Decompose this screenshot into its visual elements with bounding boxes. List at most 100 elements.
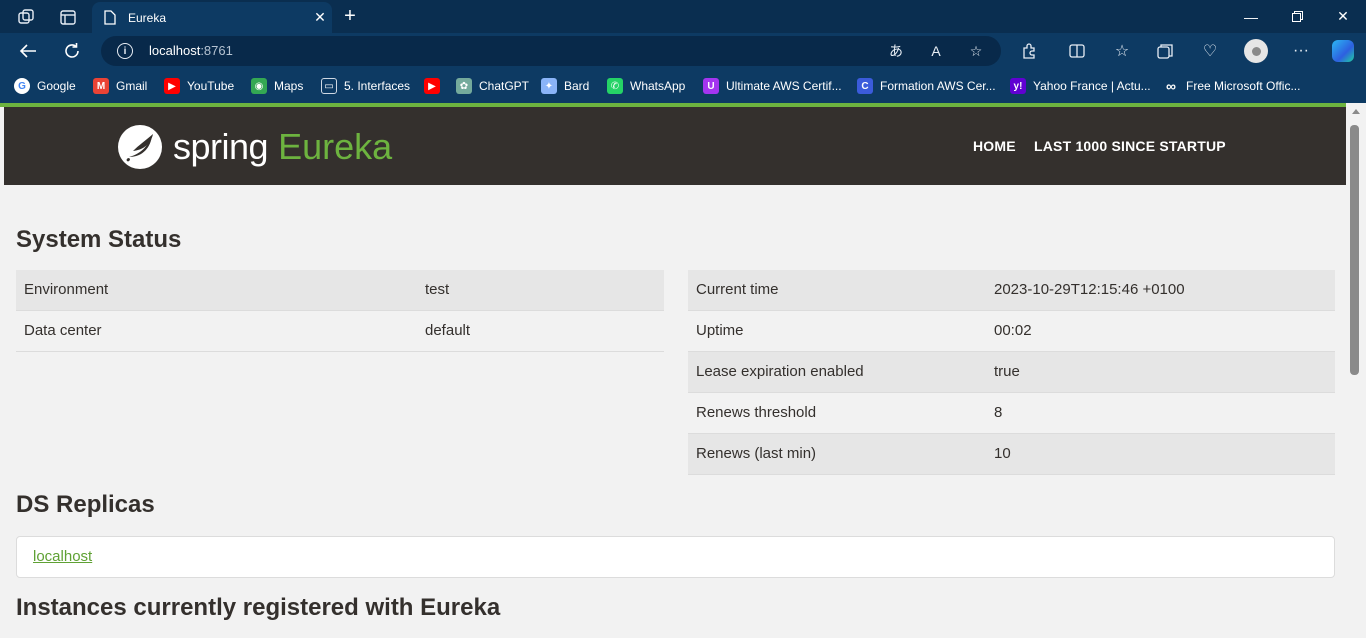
site-info-icon[interactable]: i xyxy=(117,43,133,59)
spring-leaf-icon xyxy=(118,125,162,169)
udemy-icon: U xyxy=(703,78,719,94)
tab-bar: Eureka ✕ + — ✕ xyxy=(0,0,1366,33)
bookmark-label: ChatGPT xyxy=(479,79,530,93)
bookmark-label: 5. Interfaces xyxy=(344,79,411,93)
translate-icon[interactable]: あ xyxy=(886,41,906,61)
bookmark-item[interactable]: ✿ ChatGPT xyxy=(456,77,529,95)
whatsapp-icon: ✆ xyxy=(607,78,623,94)
youtube-icon: ▶ xyxy=(164,78,180,94)
address-url[interactable]: localhost:8761 xyxy=(149,43,233,58)
yahoo-icon: y! xyxy=(1010,78,1026,94)
status-value: 2023-10-29T12:15:46 +0100 xyxy=(994,281,1185,298)
system-status-right-table: Current time 2023-10-29T12:15:46 +0100 Upt… xyxy=(688,270,1335,475)
bookmark-label: Ultimate AWS Certif... xyxy=(726,79,842,93)
page-content: spring Eureka HOME LAST 1000 SINCE START… xyxy=(4,107,1346,638)
status-key: Uptime xyxy=(696,322,744,339)
bookmark-label: Yahoo France | Actu... xyxy=(1033,79,1151,93)
status-value: 8 xyxy=(994,404,1003,421)
favorites-icon[interactable]: ☆ xyxy=(1109,38,1135,64)
bookmark-label: WhatsApp xyxy=(630,79,686,93)
spring-eureka-logo[interactable]: spring Eureka xyxy=(117,124,392,170)
back-icon[interactable] xyxy=(14,38,42,64)
collections-icon[interactable] xyxy=(1152,38,1178,64)
extensions-icon[interactable] xyxy=(1016,38,1042,64)
bookmark-item[interactable]: M Gmail xyxy=(93,77,147,95)
minimize-icon[interactable]: — xyxy=(1228,0,1274,33)
status-value: 00:02 xyxy=(994,322,1032,339)
status-key: Renews threshold xyxy=(696,404,817,421)
nav-last-1000-link[interactable]: LAST 1000 SINCE STARTUP xyxy=(1034,138,1226,154)
status-row: Data center default xyxy=(16,311,664,352)
logo-eureka-text: Eureka xyxy=(278,126,393,167)
restore-icon[interactable] xyxy=(1274,0,1320,33)
status-row: Lease expiration enabled true xyxy=(688,352,1335,393)
ds-replicas-heading: DS Replicas xyxy=(16,491,155,518)
bookmark-label: Formation AWS Cer... xyxy=(880,79,996,93)
read-aloud-icon[interactable]: A xyxy=(926,41,946,61)
nav-home-link[interactable]: HOME xyxy=(973,138,1016,154)
workspaces-icon[interactable] xyxy=(15,6,37,28)
eureka-header: spring Eureka HOME LAST 1000 SINCE START… xyxy=(4,107,1346,185)
new-tab-icon[interactable]: + xyxy=(338,4,362,28)
status-key: Renews (last min) xyxy=(696,445,817,462)
bookmark-item[interactable]: y! Yahoo France | Actu... xyxy=(1010,77,1151,95)
status-value: default xyxy=(425,322,471,339)
logo-spring-text: spring xyxy=(173,126,269,167)
bookmarks-bar: G Google M Gmail ▶ YouTube ◉ Maps ▭ 5. Interfaces… xyxy=(0,69,1366,103)
address-bar[interactable]: i localhost:8761 あ A ☆ xyxy=(101,36,1001,66)
bookmark-label: Gmail xyxy=(116,79,148,93)
bookmark-item[interactable]: G Google xyxy=(14,77,76,95)
bookmark-label: Maps xyxy=(274,79,304,93)
status-row: Renews (last min) 10 xyxy=(688,434,1335,475)
bookmark-item[interactable]: ✦ Bard xyxy=(541,77,589,95)
bookmark-item[interactable]: ∞ Free Microsoft Offic... xyxy=(1163,77,1300,95)
replica-link[interactable]: localhost xyxy=(33,548,92,565)
bookmark-item[interactable]: ▶ YouTube xyxy=(164,77,234,95)
system-status-heading: System Status xyxy=(16,226,182,253)
copilot-icon[interactable] xyxy=(1332,40,1354,62)
infinity-icon: ∞ xyxy=(1166,78,1176,94)
page-icon: ▭ xyxy=(321,78,337,94)
status-value: test xyxy=(425,281,450,298)
scrollbar-thumb[interactable] xyxy=(1350,125,1359,375)
bookmark-item[interactable]: ▭ 5. Interfaces xyxy=(321,77,410,95)
browser-chrome: Eureka ✕ + — ✕ i localhost:8761 あ A ☆ ☆ xyxy=(0,0,1366,103)
tab-eureka[interactable]: Eureka ✕ xyxy=(92,2,332,33)
chatgpt-icon: ✿ xyxy=(456,78,472,94)
system-status-left-table: Environment test Data center default xyxy=(16,270,664,352)
maps-icon: ◉ xyxy=(251,78,267,94)
bookmark-item[interactable]: ✆ WhatsApp xyxy=(607,77,685,95)
refresh-icon[interactable] xyxy=(58,38,86,64)
page-scrollbar[interactable] xyxy=(1346,103,1366,638)
status-value: 10 xyxy=(994,445,1011,462)
bard-icon: ✦ xyxy=(541,78,557,94)
navigation-bar: i localhost:8761 あ A ☆ ☆ ♡ ··· xyxy=(0,33,1366,69)
tab-actions-icon[interactable] xyxy=(57,6,79,28)
profile-avatar[interactable] xyxy=(1244,39,1268,63)
youtube-icon: ▶ xyxy=(424,78,440,94)
status-key: Current time xyxy=(696,281,779,298)
gmail-icon: M xyxy=(93,78,109,94)
split-screen-icon[interactable] xyxy=(1064,38,1090,64)
status-key: Data center xyxy=(24,322,102,339)
bookmark-item[interactable]: U Ultimate AWS Certif... xyxy=(703,77,842,95)
browser-essentials-icon[interactable]: ♡ xyxy=(1197,38,1223,64)
tab-title: Eureka xyxy=(128,10,167,25)
instances-heading: Instances currently registered with Eure… xyxy=(16,594,501,621)
page-icon xyxy=(104,10,118,26)
bookmark-label: Google xyxy=(37,79,76,93)
favorite-star-icon[interactable]: ☆ xyxy=(966,41,986,61)
status-key: Environment xyxy=(24,281,109,298)
google-icon: G xyxy=(14,78,30,94)
bookmark-item[interactable]: ▶ xyxy=(424,77,447,95)
close-window-icon[interactable]: ✕ xyxy=(1320,0,1366,33)
bookmark-item[interactable]: ◉ Maps xyxy=(251,77,303,95)
status-value: true xyxy=(994,363,1020,380)
close-tab-icon[interactable]: ✕ xyxy=(308,9,332,26)
bookmark-label: Free Microsoft Offic... xyxy=(1186,79,1301,93)
scroll-up-icon[interactable] xyxy=(1352,109,1360,114)
bookmark-item[interactable]: C Formation AWS Cer... xyxy=(857,77,996,95)
status-key: Lease expiration enabled xyxy=(696,363,864,380)
ds-replicas-list: localhost xyxy=(16,536,1335,578)
more-menu-icon[interactable]: ··· xyxy=(1288,38,1314,64)
